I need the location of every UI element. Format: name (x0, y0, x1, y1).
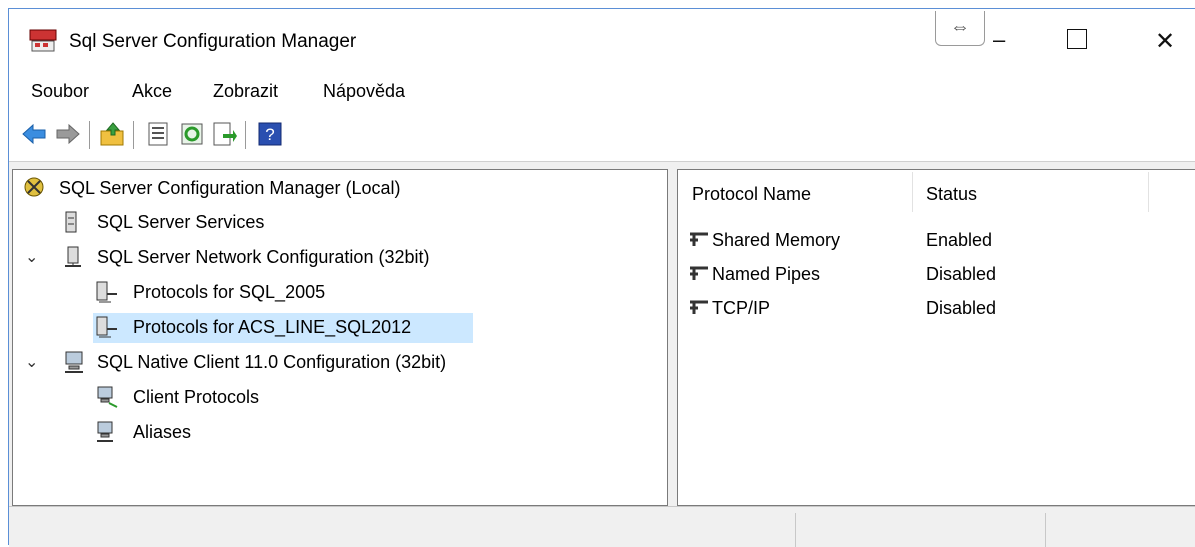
resize-hint-icon: ⇔ (935, 11, 985, 46)
column-separator[interactable] (912, 172, 913, 212)
tree-item-label: Client Protocols (133, 387, 260, 407)
export-list-icon[interactable] (211, 121, 237, 147)
tree-item-label: Aliases (133, 422, 192, 442)
tree-item-aliases[interactable]: Aliases (19, 418, 419, 448)
chevron-down-icon[interactable]: ⌄ (25, 352, 38, 372)
tree-item-native-client[interactable]: ⌄ SQL Native Client 11.0 Configuration (… (19, 348, 559, 378)
window-title: Sql Server Configuration Manager (69, 31, 357, 52)
toolbar-separator (245, 121, 246, 149)
details-panel: Protocol Name Status Shared Memory Enabl… (677, 169, 1195, 506)
status-bar (9, 506, 1195, 547)
protocol-status: Disabled (926, 264, 997, 284)
menu-soubor[interactable]: Soubor (31, 81, 89, 102)
table-row[interactable]: Shared Memory Enabled (688, 228, 1168, 256)
protocols-icon (96, 316, 117, 338)
tree-item-network-config[interactable]: ⌄ SQL Server Network Configuration (32bi… (19, 243, 539, 273)
tree-item-client-protocols[interactable]: Client Protocols (19, 383, 419, 413)
minimize-button[interactable]: – (993, 27, 1005, 53)
properties-icon[interactable] (145, 121, 171, 147)
protocol-status: Disabled (926, 298, 997, 318)
protocol-icon (690, 300, 708, 314)
tree-root[interactable]: SQL Server Configuration Manager (Local) (19, 174, 539, 204)
menu-akce[interactable]: Akce (132, 81, 172, 102)
maximize-button[interactable] (1067, 29, 1087, 49)
tree-root-label: SQL Server Configuration Manager (Local) (59, 178, 401, 198)
tree-item-label: Protocols for ACS_LINE_SQL2012 (133, 317, 412, 337)
protocol-name: Shared Memory (712, 230, 841, 250)
back-arrow-icon[interactable] (21, 121, 47, 147)
table-row[interactable]: TCP/IP Disabled (688, 296, 1168, 324)
column-separator[interactable] (1148, 172, 1149, 212)
menu-napoveda[interactable]: Nápověda (323, 81, 405, 102)
status-separator (1045, 513, 1046, 547)
status-separator (795, 513, 796, 547)
tree-panel: SQL Server Configuration Manager (Local)… (12, 169, 668, 506)
tree-item-sql-server-services[interactable]: SQL Server Services (19, 208, 419, 238)
tree-item-label: Protocols for SQL_2005 (133, 282, 326, 302)
up-folder-icon[interactable] (99, 121, 125, 147)
refresh-icon[interactable] (179, 121, 205, 147)
table-row[interactable]: Named Pipes Disabled (688, 262, 1168, 290)
server-icon (65, 211, 77, 233)
tree-item-label: SQL Native Client 11.0 Configuration (32… (97, 352, 447, 372)
forward-arrow-icon[interactable] (55, 121, 81, 147)
toolbar-separator (133, 121, 134, 149)
tree-item-label: SQL Server Services (97, 212, 265, 232)
protocol-icon (690, 266, 708, 280)
protocols-icon (96, 281, 117, 303)
menu-zobrazit[interactable]: Zobrazit (213, 81, 278, 102)
menu-bar: Soubor Akce Zobrazit Nápověda (9, 67, 1195, 107)
protocol-name: TCP/IP (712, 298, 771, 318)
network-server-icon (65, 246, 81, 267)
app-icon (29, 29, 57, 52)
title-bar: Sql Server Configuration Manager ⇔ – ✕ (9, 9, 1195, 67)
close-button[interactable]: ✕ (1155, 27, 1175, 56)
column-header-status[interactable]: Status (926, 184, 977, 205)
toolbar-separator (89, 121, 90, 149)
column-header-protocol-name[interactable]: Protocol Name (692, 184, 811, 205)
svg-text:?: ? (265, 125, 274, 144)
protocol-status: Enabled (926, 230, 993, 250)
client-protocols-icon (97, 386, 118, 408)
help-icon[interactable]: ? (257, 121, 283, 147)
protocol-icon (690, 232, 708, 246)
tree-item-protocols-acs-line[interactable]: Protocols for ACS_LINE_SQL2012 (93, 313, 473, 343)
app-window: Sql Server Configuration Manager ⇔ – ✕ S… (8, 8, 1195, 547)
tree-item-label: SQL Server Network Configuration (32bit) (97, 247, 430, 267)
protocol-name: Named Pipes (712, 264, 821, 284)
tree-item-protocols-sql2005[interactable]: Protocols for SQL_2005 (19, 278, 419, 308)
client-computer-icon (65, 351, 83, 373)
aliases-icon (97, 421, 113, 442)
chevron-down-icon[interactable]: ⌄ (25, 247, 38, 267)
config-manager-icon (24, 177, 44, 197)
toolbar: ? (9, 107, 1195, 162)
